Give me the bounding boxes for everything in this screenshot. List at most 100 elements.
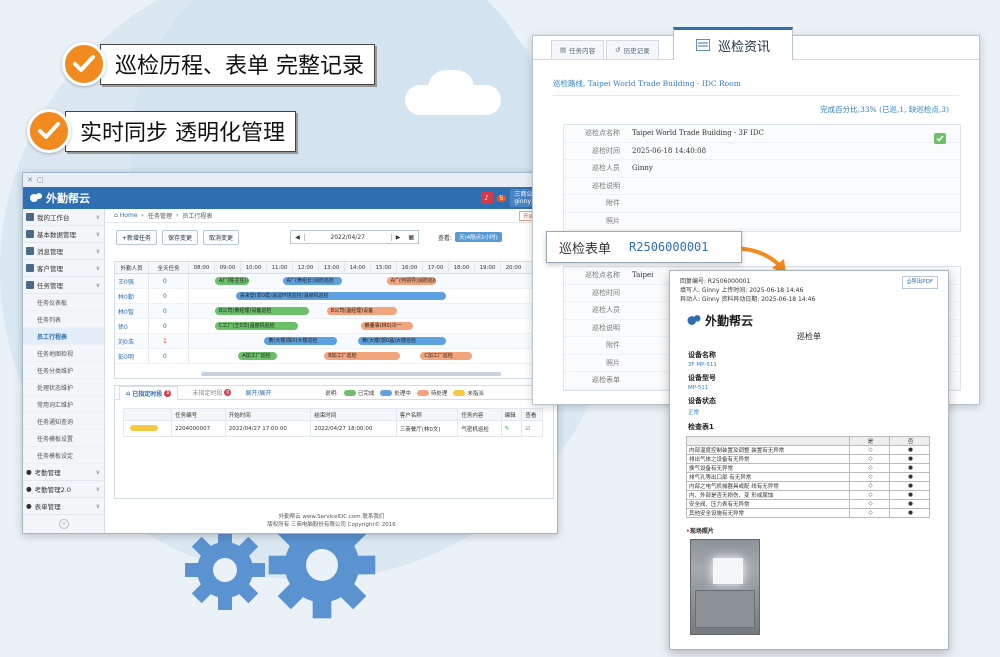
site-photo[interactable] xyxy=(690,539,760,635)
photo-label-text: 现场照片 xyxy=(689,528,714,535)
radio-no[interactable]: ● xyxy=(889,445,930,455)
all-day-task-count[interactable]: 0 xyxy=(149,319,189,333)
sidebar-bottom-item-2[interactable]: ● 表单管理 ∨ xyxy=(23,498,104,515)
sidebar-item-0[interactable]: 我的工作台 ∨ xyxy=(23,209,104,226)
task-bar[interactable]: 黄(大楼(郭0晶)大楼巡检 xyxy=(358,337,447,345)
radio-yes[interactable]: ◇ xyxy=(849,508,890,518)
tab-unassigned[interactable]: 未指定时段 0 xyxy=(186,386,237,400)
employee-name[interactable]: 彭0明 xyxy=(115,349,149,363)
sidebar-item-2[interactable]: 消息管理 ∨ xyxy=(23,243,104,260)
radio-yes[interactable]: ◇ xyxy=(849,454,890,464)
task-bar[interactable]: 喜来登(郭0霞)温湿环境监控/温度机巡检 xyxy=(235,292,447,300)
prev-day-button[interactable]: ◀ xyxy=(291,234,304,241)
edit-icon[interactable]: ✎ xyxy=(505,426,510,432)
tab-task-content[interactable]: ▤ 任务内容 xyxy=(551,40,605,59)
sidebar-subitem-6[interactable]: 常用词汇维护 xyxy=(23,396,104,413)
sidebar-item-1[interactable]: 基本数据管理 ∨ xyxy=(23,226,104,243)
sidebar-subitem-1[interactable]: 任务列表 xyxy=(23,311,104,328)
chevron-down-icon: ∨ xyxy=(95,485,100,493)
sidebar-subitem-4[interactable]: 任务分类维护 xyxy=(23,362,104,379)
date-field[interactable]: 2022/04/27 xyxy=(303,233,392,241)
radio-no[interactable]: ● xyxy=(889,499,930,509)
radio-yes[interactable]: ◇ xyxy=(849,445,890,455)
sidebar-item-3[interactable]: 客户管理 ∨ xyxy=(23,260,104,277)
chevron-down-icon: ∨ xyxy=(95,281,100,289)
sidebar-subitem-8[interactable]: 任务模板设置 xyxy=(23,430,104,447)
radio-yes[interactable]: ◇ xyxy=(849,490,890,500)
callout-number[interactable]: R2506000001 xyxy=(629,240,708,254)
all-day-task-count[interactable]: 0 xyxy=(149,349,189,363)
all-day-task-count[interactable]: 0 xyxy=(149,304,189,318)
export-pdf-button[interactable]: ⎙导出PDF xyxy=(901,276,938,289)
radio-yes[interactable]: ◇ xyxy=(849,499,890,509)
new-task-button[interactable]: +新增任务 xyxy=(116,229,158,245)
task-bar[interactable]: B公司(温经理)设备 xyxy=(326,307,397,315)
task-bar[interactable]: A厂(何领导)消防巡检 xyxy=(386,277,436,285)
task-bar[interactable]: B公司(黄经理)设备巡检 xyxy=(215,307,309,315)
kv-row: 照片 xyxy=(564,213,960,230)
sidebar-bottom-item-1[interactable]: ● 考勤管理2.0 ∨ xyxy=(23,481,104,498)
radio-yes[interactable]: ◇ xyxy=(849,481,890,491)
close-icon[interactable]: ✕ xyxy=(27,176,33,184)
radio-no[interactable]: ● xyxy=(889,508,930,518)
collapse-sidebar-icon[interactable]: « xyxy=(59,519,69,529)
task-bar[interactable]: C加工厂巡检 xyxy=(420,352,473,360)
tab-inspection-info[interactable]: 巡检资讯 xyxy=(673,27,793,60)
view-select[interactable]: 天(4隔点1小时) xyxy=(455,232,502,242)
tab-assigned[interactable]: ⌂ 已指定时段 1 xyxy=(119,385,179,400)
radio-yes[interactable]: ◇ xyxy=(849,472,890,482)
radio-no[interactable]: ● xyxy=(889,463,930,473)
table-header: 客户名称 xyxy=(395,408,459,421)
view-icon[interactable]: ☑ xyxy=(525,426,530,432)
employee-name[interactable]: 徐0 xyxy=(115,319,149,333)
tab-task-content-label: 任务内容 xyxy=(569,47,596,55)
calendar-icon[interactable]: ▦ xyxy=(404,234,418,241)
table-row[interactable]: 2204000007 2022/04/27 17:00:00 2022/04/27 … xyxy=(122,420,543,437)
all-day-task-count[interactable]: 0 xyxy=(149,274,189,288)
radio-no[interactable]: ● xyxy=(889,472,930,482)
all-day-task-count[interactable]: 0 xyxy=(149,289,189,303)
sidebar-subitem-3[interactable]: 任务地图检视 xyxy=(23,345,104,362)
sidebar-subitem-9[interactable]: 任务模板设定 xyxy=(23,447,104,464)
sidebar-subitem-5[interactable]: 处理状态维护 xyxy=(23,379,104,396)
next-day-button[interactable]: ▶ xyxy=(392,234,405,241)
status-cell xyxy=(122,420,173,437)
task-bar[interactable]: A加工厂巡检 xyxy=(238,352,278,360)
sidebar-item-4[interactable]: 任务管理 ∨ xyxy=(23,277,104,294)
employee-name[interactable]: 刘0浩 xyxy=(115,334,149,348)
cancel-changes-button[interactable]: 取消变更 xyxy=(203,229,240,245)
radio-yes[interactable]: ◇ xyxy=(849,463,890,473)
employee-name[interactable]: 王0强 xyxy=(115,274,149,288)
task-bar[interactable]: A厂(黄组长)消防巡检 xyxy=(282,277,343,285)
employee-name[interactable]: 林0勤 xyxy=(115,289,149,303)
task-bar[interactable]: C工厂(王0华)温度机巡检 xyxy=(215,322,299,330)
radio-no[interactable]: ● xyxy=(889,454,930,464)
horizontal-scrollbar[interactable] xyxy=(201,372,501,376)
breadcrumb-section[interactable]: 任务管理 xyxy=(148,211,172,220)
form-brand-logo: 外勤帮云 xyxy=(686,312,948,329)
view-label: 查看: xyxy=(437,234,453,242)
all-day-task-count[interactable]: 1 xyxy=(149,334,189,348)
sidebar-subitem-7[interactable]: 任务通知查询 xyxy=(23,413,104,430)
bell-icon[interactable]: ♪ xyxy=(480,192,493,204)
expand-toggle[interactable]: 展开/展开 xyxy=(245,388,271,397)
window-icon[interactable]: ▢ xyxy=(37,176,44,184)
breadcrumb-home[interactable]: Home xyxy=(120,212,138,219)
legend-item-label: 待处理 xyxy=(430,390,448,397)
sidebar-bottom-item-0[interactable]: ● 考勤管理 ∨ xyxy=(23,464,104,481)
save-changes-button[interactable]: 保存变更 xyxy=(162,229,199,245)
task-bar[interactable]: 赖董事(林0)冷一 xyxy=(360,322,413,330)
radio-no[interactable]: ● xyxy=(889,481,930,491)
tab-history[interactable]: ↺ 历史记录 xyxy=(606,40,659,59)
radio-no[interactable]: ● xyxy=(889,490,930,500)
device-name-label: 设备名称 xyxy=(688,351,716,359)
sidebar-subitem-0[interactable]: 任务仪表板 xyxy=(23,294,104,311)
task-bar[interactable]: 黄(大楼(陈0)大楼巡检 xyxy=(264,337,338,345)
sidebar-subitem-2[interactable]: 员工行程表 xyxy=(23,328,104,345)
sidebar: 我的工作台 ∨ 基本数据管理 ∨ 消息管理 ∨ 客户管理 ∨ 任务管理 ∨ 任务仪表板 任务列表 员工… xyxy=(23,209,105,533)
legend-item-label: 未指派 xyxy=(467,390,484,397)
task-bar[interactable]: B加工厂巡检 xyxy=(324,352,400,360)
task-bar[interactable]: A厂(陈主任)冷一 xyxy=(215,277,249,285)
inspection-record: 巡检点名称 Taipei World Trade Building - 3F ID… xyxy=(563,124,961,232)
employee-name[interactable]: 林0智 xyxy=(115,304,149,318)
